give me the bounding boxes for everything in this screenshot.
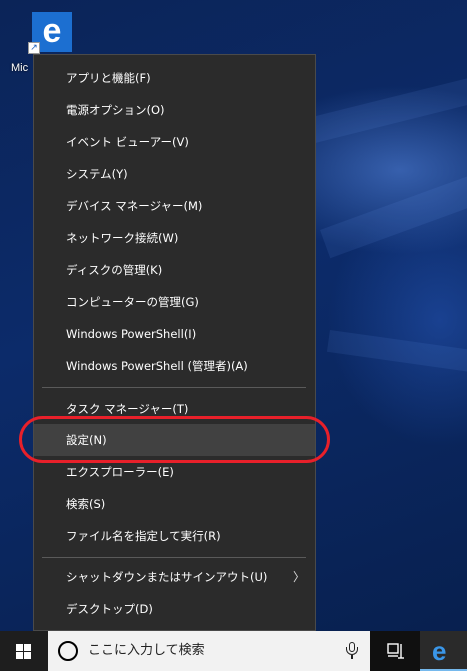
menu-item-label: Windows PowerShell(I) (66, 327, 197, 341)
microphone-icon[interactable] (346, 642, 358, 660)
shortcut-label: Mic (11, 62, 29, 74)
taskbar-edge-button[interactable]: e (420, 631, 467, 671)
menu-item-label: Windows PowerShell (管理者)(A) (66, 359, 248, 373)
menu-item-apps-features[interactable]: アプリと機能(F) (34, 62, 315, 94)
menu-item-label: 検索(S) (66, 497, 106, 511)
red-highlight-ring-annotation (19, 416, 330, 463)
edge-glyph: e (42, 11, 62, 50)
menu-item-label: デバイス マネージャー(M) (66, 199, 203, 213)
task-view-icon (387, 643, 404, 659)
menu-separator (42, 387, 306, 388)
taskbar: ここに入力して検索 e (0, 631, 467, 671)
menu-item-search[interactable]: 検索(S) (34, 488, 315, 520)
menu-item-desktop[interactable]: デスクトップ(D) (34, 593, 315, 625)
menu-item-label: システム(Y) (66, 167, 128, 181)
menu-item-label: タスク マネージャー(T) (66, 402, 189, 416)
menu-item-computer-management[interactable]: コンピューターの管理(G) (34, 286, 315, 318)
task-view-button[interactable] (378, 631, 414, 671)
menu-item-shutdown-signout[interactable]: シャットダウンまたはサインアウト(U) 〉 (34, 561, 315, 593)
menu-item-label: コンピューターの管理(G) (66, 295, 199, 309)
menu-item-device-manager[interactable]: デバイス マネージャー(M) (34, 190, 315, 222)
search-placeholder: ここに入力して検索 (88, 643, 205, 658)
cortana-circle-icon (58, 641, 78, 661)
wallpaper-light-beam (320, 147, 467, 259)
menu-item-label: ファイル名を指定して実行(R) (66, 529, 221, 543)
windows-logo-icon (16, 644, 31, 659)
wallpaper-light-beam (300, 57, 467, 146)
menu-item-label: シャットダウンまたはサインアウト(U) (66, 570, 268, 584)
menu-item-label: ネットワーク接続(W) (66, 231, 179, 245)
menu-item-disk-management[interactable]: ディスクの管理(K) (34, 254, 315, 286)
wallpaper-light-beam (326, 330, 467, 380)
menu-item-network-connections[interactable]: ネットワーク接続(W) (34, 222, 315, 254)
menu-item-powershell[interactable]: Windows PowerShell(I) (34, 318, 315, 350)
edge-icon: e (432, 636, 447, 666)
chevron-right-icon: 〉 (292, 570, 305, 584)
taskbar-search-box[interactable]: ここに入力して検索 (48, 631, 370, 671)
start-button[interactable] (0, 631, 48, 671)
menu-item-system[interactable]: システム(Y) (34, 158, 315, 190)
menu-item-label: ディスクの管理(K) (66, 263, 163, 277)
menu-item-label: アプリと機能(F) (66, 71, 151, 85)
menu-item-label: エクスプローラー(E) (66, 465, 174, 479)
menu-item-power-options[interactable]: 電源オプション(O) (34, 94, 315, 126)
menu-item-run[interactable]: ファイル名を指定して実行(R) (34, 520, 315, 552)
menu-separator (42, 557, 306, 558)
menu-item-event-viewer[interactable]: イベント ビューアー(V) (34, 126, 315, 158)
menu-item-label: 電源オプション(O) (66, 103, 165, 117)
menu-item-label: デスクトップ(D) (66, 602, 153, 616)
menu-item-label: イベント ビューアー(V) (66, 135, 189, 149)
shortcut-arrow-icon: ↗ (28, 42, 40, 54)
menu-item-powershell-admin[interactable]: Windows PowerShell (管理者)(A) (34, 350, 315, 382)
power-user-menu: アプリと機能(F) 電源オプション(O) イベント ビューアー(V) システム(… (33, 54, 316, 631)
